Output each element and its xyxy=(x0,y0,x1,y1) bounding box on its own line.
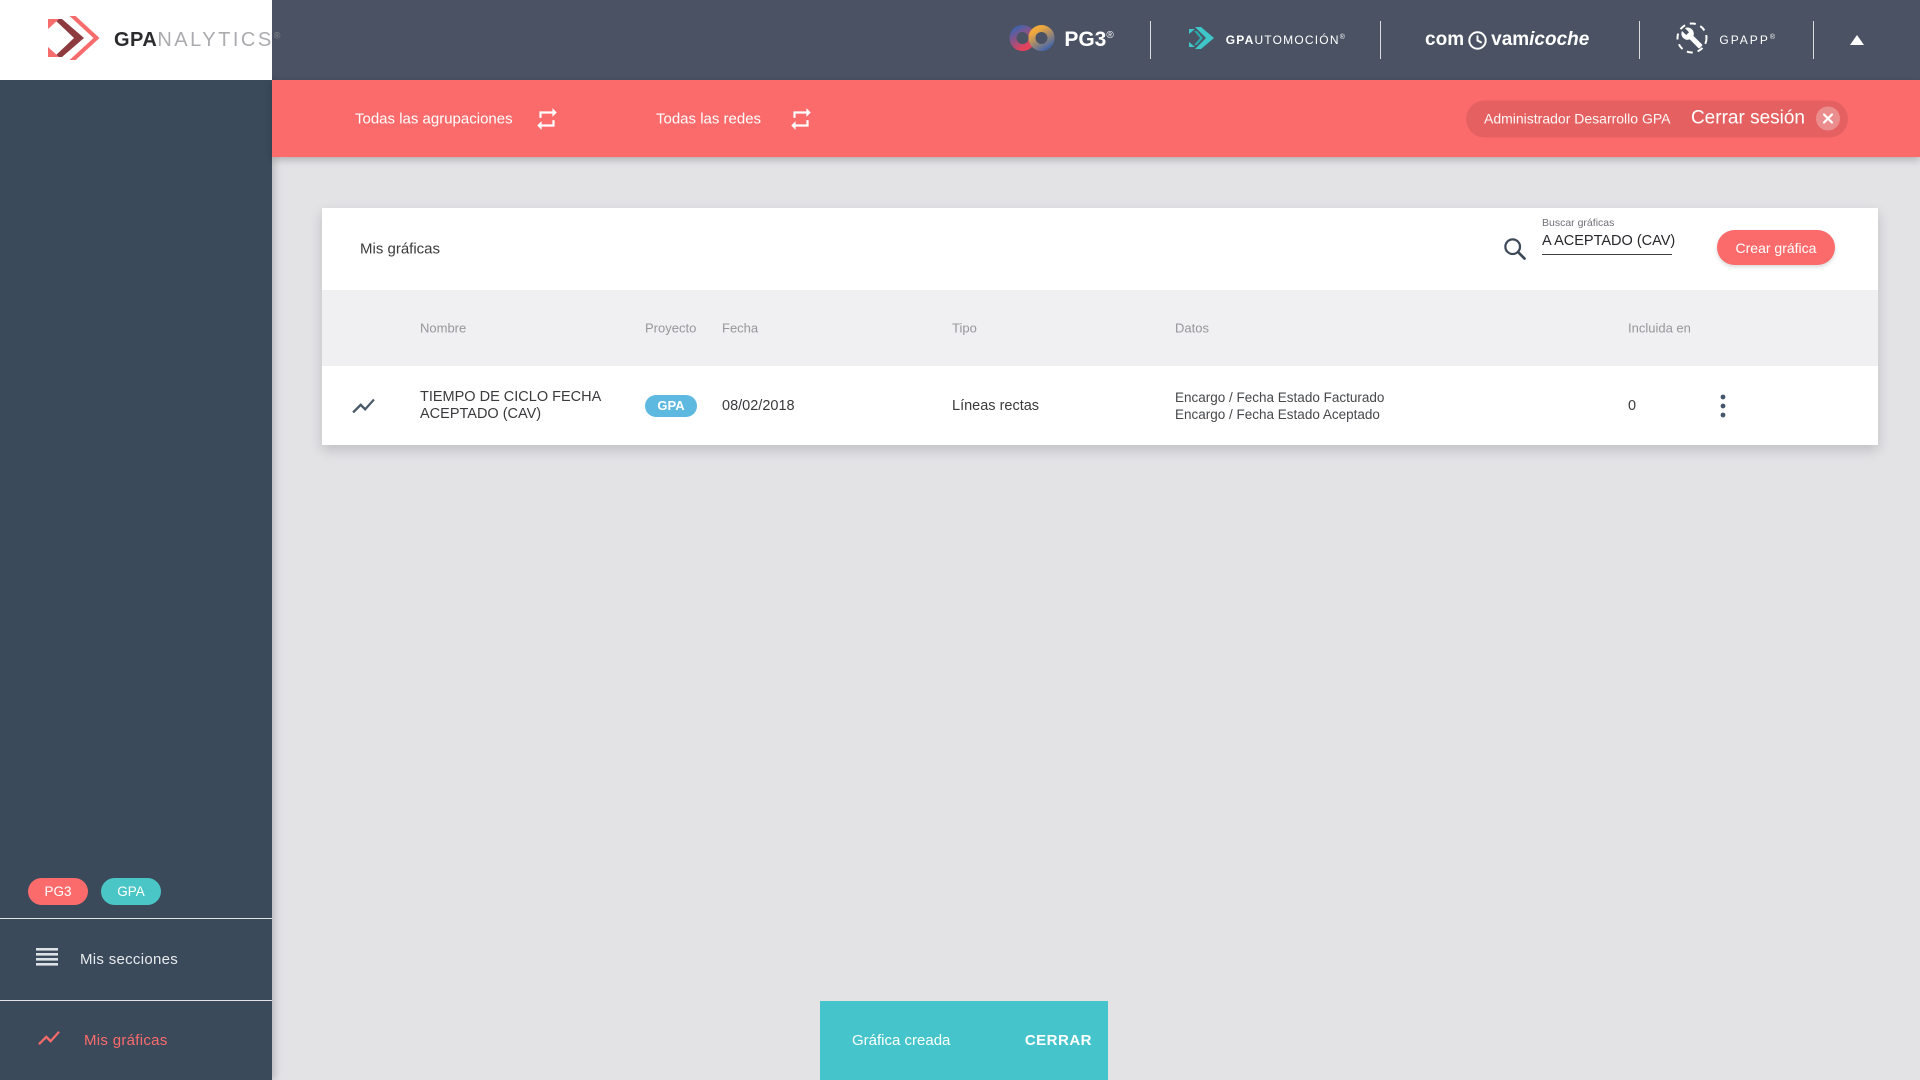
clock-icon xyxy=(1467,30,1488,51)
project-cell: GPA xyxy=(645,394,697,417)
line-chart-icon xyxy=(350,392,377,419)
comovamicoche-label: com vamicoche xyxy=(1425,29,1590,51)
create-chart-button[interactable]: Crear gráfica xyxy=(1717,230,1835,265)
header-divider xyxy=(1149,21,1151,59)
gpapp-label: GPAPP® xyxy=(1719,33,1777,47)
gpanalytics-logo: GPANALYTICS® xyxy=(0,0,280,80)
groupings-filter-label: Todas las agrupaciones xyxy=(355,110,513,127)
sidebar: PG3 GPA Mis secciones Mis gráficas xyxy=(0,80,272,1080)
search-input-value: A ACEPTADO (CAV) xyxy=(1542,232,1676,249)
app-header: PG3® GPAUTOMOCIÓN® com vamicoche GPAPP® xyxy=(0,0,1920,80)
sidebar-item-mis-secciones[interactable]: Mis secciones xyxy=(0,918,272,1000)
app-screen: PG3® GPAUTOMOCIÓN® com vamicoche GPAPP® … xyxy=(0,0,1920,1080)
pg3-app-link[interactable]: PG3® xyxy=(1009,23,1114,58)
included-in-cell: 0 xyxy=(1628,397,1637,414)
logout-close-icon[interactable] xyxy=(1815,106,1841,132)
networks-swap-icon[interactable] xyxy=(788,106,814,132)
column-header-datos: Datos xyxy=(1175,320,1209,336)
toast-message: Gráfica creada xyxy=(852,1032,951,1049)
row-menu-kebab-icon[interactable] xyxy=(1715,389,1731,423)
card-header: Mis gráficas Buscar gráficas A ACEPTADO … xyxy=(322,208,1878,290)
sidebar-badge-pg3[interactable]: PG3 xyxy=(28,878,88,905)
gpanalytics-arrow-icon xyxy=(46,13,104,68)
sidebar-badges: PG3 GPA xyxy=(28,878,161,905)
search-input[interactable]: Buscar gráficas A ACEPTADO (CAV) xyxy=(1542,217,1676,255)
search-input-label: Buscar gráficas xyxy=(1542,217,1615,229)
page-title: Mis gráficas xyxy=(360,240,441,258)
sidebar-item-mis-graficas[interactable]: Mis gráficas xyxy=(0,1000,272,1080)
current-user-label: Administrador Desarrollo GPA xyxy=(1484,110,1671,127)
gpautomocion-label: GPAUTOMOCIÓN® xyxy=(1225,33,1347,47)
data-series-cell: Encargo / Fecha Estado Facturado Encargo… xyxy=(1175,389,1385,422)
table-header-row: Nombre Proyecto Fecha Tipo Datos Incluid… xyxy=(322,290,1878,366)
column-header-incluida-en: Incluida en xyxy=(1628,320,1691,336)
date-cell: 08/02/2018 xyxy=(722,397,795,414)
groupings-swap-icon[interactable] xyxy=(534,106,560,132)
gpautomocion-arrow-icon xyxy=(1187,25,1217,56)
toast-close-button[interactable]: CERRAR xyxy=(1025,1032,1092,1049)
snackbar-toast: Gráfica creada CERRAR xyxy=(820,1001,1108,1080)
header-app-links: PG3® GPAUTOMOCIÓN® com vamicoche GPAPP® xyxy=(1009,0,1864,80)
search-icon[interactable] xyxy=(1502,236,1529,263)
column-header-tipo: Tipo xyxy=(952,320,977,336)
column-header-fecha: Fecha xyxy=(722,320,759,336)
header-divider xyxy=(1639,21,1641,59)
sidebar-item-label: Mis gráficas xyxy=(84,1032,168,1049)
sidebar-badge-gpa[interactable]: GPA xyxy=(101,878,161,905)
networks-filter-label: Todas las redes xyxy=(656,110,762,127)
chart-name-cell: TIEMPO DE CICLO FECHA ACEPTADO (CAV) xyxy=(420,388,602,422)
column-header-nombre: Nombre xyxy=(420,320,467,336)
sections-menu-icon xyxy=(36,948,58,971)
filter-bar: Todas las agrupaciones Todas las redes A… xyxy=(272,80,1920,157)
gpapp-wrench-icon xyxy=(1674,20,1710,61)
session-pill: Administrador Desarrollo GPA Cerrar sesi… xyxy=(1466,100,1848,137)
gpautomocion-app-link[interactable]: GPAUTOMOCIÓN® xyxy=(1187,25,1346,56)
collapse-header-caret-icon[interactable] xyxy=(1850,35,1864,45)
line-chart-icon xyxy=(36,1025,62,1056)
chart-type-cell: Líneas rectas xyxy=(952,397,1040,414)
column-header-proyecto: Proyecto xyxy=(645,320,697,336)
logout-button[interactable]: Cerrar sesión xyxy=(1691,108,1805,130)
sidebar-item-label: Mis secciones xyxy=(80,951,179,968)
comovamicoche-app-link[interactable]: com vamicoche xyxy=(1425,29,1589,51)
header-divider xyxy=(1813,21,1814,59)
pg3-infinity-icon xyxy=(1009,23,1055,58)
gpanalytics-wordmark: GPANALYTICS® xyxy=(114,28,281,51)
project-badge: GPA xyxy=(645,394,697,417)
table-row[interactable]: TIEMPO DE CICLO FECHA ACEPTADO (CAV) GPA… xyxy=(322,366,1878,445)
charts-card: Mis gráficas Buscar gráficas A ACEPTADO … xyxy=(322,208,1878,445)
header-divider xyxy=(1380,21,1382,59)
pg3-label: PG3® xyxy=(1064,28,1114,51)
gpapp-app-link[interactable]: GPAPP® xyxy=(1674,20,1777,61)
